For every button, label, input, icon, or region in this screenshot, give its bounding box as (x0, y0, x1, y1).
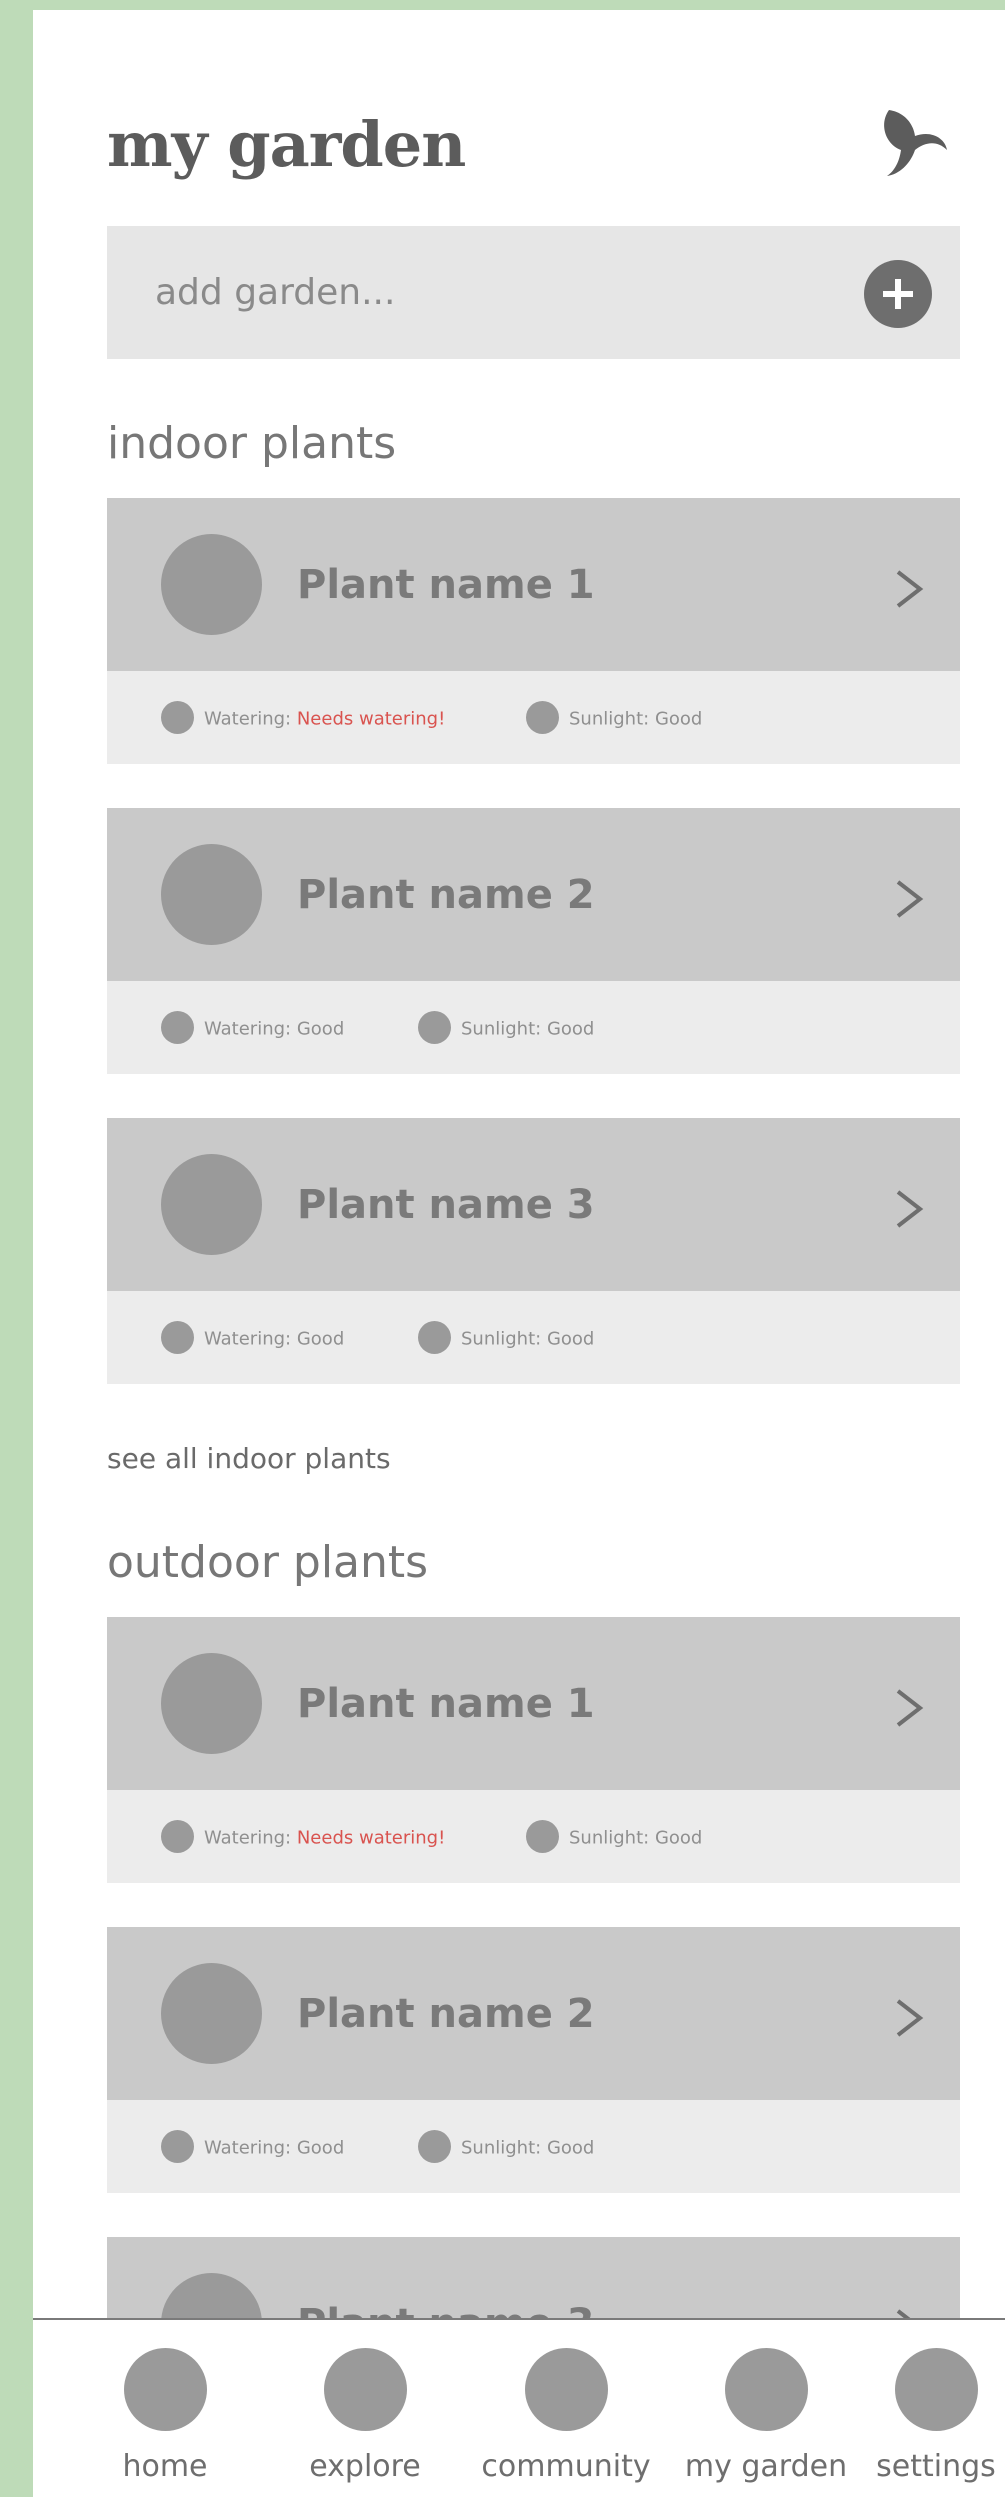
plant-card[interactable]: Plant name 1 Watering: Needs watering! S… (107, 498, 960, 764)
watering-icon (161, 1321, 194, 1354)
plant-name: Plant name 1 (297, 562, 595, 608)
watering-value: Good (296, 1328, 345, 1350)
sunlight-label: Sunlight: (461, 1328, 542, 1350)
sunlight-status: Sunlight: Good (418, 1321, 595, 1356)
nav-label: home (122, 2449, 208, 2484)
chevron-right-icon[interactable] (894, 878, 924, 920)
nav-item-my-garden[interactable]: my garden (666, 2320, 866, 2497)
plant-name: Plant name 2 (297, 872, 595, 918)
plant-status-bar: Watering: Good Sunlight: Good (107, 2100, 960, 2193)
sunlight-label: Sunlight: (461, 1018, 542, 1040)
plant-status-bar: Watering: Good Sunlight: Good (107, 981, 960, 1074)
plant-name: Plant name 3 (297, 1182, 595, 1228)
sunlight-icon (526, 701, 559, 734)
watering-icon (161, 1011, 194, 1044)
watering-label: Watering: (204, 708, 292, 730)
sunlight-icon (526, 1820, 559, 1853)
nav-item-explore[interactable]: explore (275, 2320, 455, 2497)
sunlight-label: Sunlight: (569, 1827, 650, 1849)
watering-label: Watering: (204, 1328, 292, 1350)
watering-label: Watering: (204, 2137, 292, 2159)
plant-card[interactable]: Plant name 3 Watering: Good Sunlight: Go… (107, 1118, 960, 1384)
my-garden-icon (724, 2348, 808, 2431)
plant-avatar (161, 1653, 262, 1754)
plant-card-header[interactable]: Plant name 1 (107, 498, 960, 671)
home-icon (123, 2348, 207, 2431)
add-garden-input[interactable]: add garden... (107, 226, 960, 359)
chevron-right-icon[interactable] (894, 1687, 924, 1729)
watering-icon (161, 2130, 194, 2163)
sunlight-value: Good (546, 1328, 595, 1350)
plant-name: Plant name 2 (297, 1991, 595, 2037)
bottom-nav: home explore community my garden setting… (33, 2318, 1005, 2497)
watering-value: Good (296, 2137, 345, 2159)
watering-label: Watering: (204, 1018, 292, 1040)
sunlight-status: Sunlight: Good (418, 2130, 595, 2165)
chevron-right-icon[interactable] (894, 568, 924, 610)
plant-card-header[interactable]: Plant name 1 (107, 1617, 960, 1790)
sunlight-value: Good (546, 1018, 595, 1040)
nav-item-community[interactable]: community (466, 2320, 666, 2497)
sunlight-status: Sunlight: Good (526, 1820, 703, 1855)
add-garden-button[interactable] (864, 260, 932, 328)
sunlight-status: Sunlight: Good (526, 701, 703, 736)
plant-card[interactable]: Plant name 1 Watering: Needs watering! S… (107, 1617, 960, 1883)
sunlight-icon (418, 2130, 451, 2163)
community-icon (524, 2348, 608, 2431)
plant-status-bar: Watering: Needs watering! Sunlight: Good (107, 1790, 960, 1883)
sunlight-icon (418, 1011, 451, 1044)
nav-item-home[interactable]: home (75, 2320, 255, 2497)
plant-name: Plant name 1 (297, 1681, 595, 1727)
see-all-indoor-link[interactable]: see all indoor plants (107, 1442, 391, 1475)
sunlight-icon (418, 1321, 451, 1354)
plant-card[interactable]: Plant name 2 Watering: Good Sunlight: Go… (107, 1927, 960, 2193)
watering-status: Watering: Good (161, 1011, 345, 1046)
watering-icon (161, 701, 194, 734)
chevron-right-icon[interactable] (894, 1997, 924, 2039)
sunlight-value: Good (546, 2137, 595, 2159)
nav-label: explore (309, 2449, 421, 2484)
plant-card-header[interactable]: Plant name 3 (107, 1118, 960, 1291)
page-title: my garden (107, 108, 466, 181)
plant-card-header[interactable]: Plant name 2 (107, 1927, 960, 2100)
plant-status-bar: Watering: Needs watering! Sunlight: Good (107, 671, 960, 764)
nav-item-settings[interactable]: settings (866, 2320, 1005, 2497)
watering-label: Watering: (204, 1827, 292, 1849)
nav-label: my garden (684, 2449, 848, 2484)
watering-value: Good (296, 1018, 345, 1040)
plant-status-bar: Watering: Good Sunlight: Good (107, 1291, 960, 1384)
plant-avatar (161, 1154, 262, 1255)
watering-value: Needs watering! (296, 1827, 446, 1849)
sunlight-value: Good (654, 708, 703, 730)
watering-status: Watering: Needs watering! (161, 1820, 446, 1855)
watering-value: Needs watering! (296, 708, 446, 730)
settings-icon (894, 2348, 978, 2431)
watering-status: Watering: Needs watering! (161, 701, 446, 736)
nav-label: community (481, 2449, 651, 2484)
sunlight-label: Sunlight: (461, 2137, 542, 2159)
plant-avatar (161, 1963, 262, 2064)
plant-card-header[interactable]: Plant name 2 (107, 808, 960, 981)
plant-avatar (161, 534, 262, 635)
watering-status: Watering: Good (161, 1321, 345, 1356)
leaf-logo-icon (884, 110, 947, 176)
app-screen: my garden add garden... indoor plants Pl… (33, 10, 1005, 2497)
sunlight-label: Sunlight: (569, 708, 650, 730)
plant-avatar (161, 844, 262, 945)
explore-icon (323, 2348, 407, 2431)
watering-status: Watering: Good (161, 2130, 345, 2165)
add-garden-placeholder: add garden... (155, 272, 396, 313)
plant-card[interactable]: Plant name 2 Watering: Good Sunlight: Go… (107, 808, 960, 1074)
sunlight-status: Sunlight: Good (418, 1011, 595, 1046)
watering-icon (161, 1820, 194, 1853)
nav-label: settings (876, 2449, 996, 2484)
sunlight-value: Good (654, 1827, 703, 1849)
indoor-plants-heading: indoor plants (107, 418, 397, 469)
outdoor-plants-heading: outdoor plants (107, 1537, 429, 1588)
chevron-right-icon[interactable] (894, 1188, 924, 1230)
